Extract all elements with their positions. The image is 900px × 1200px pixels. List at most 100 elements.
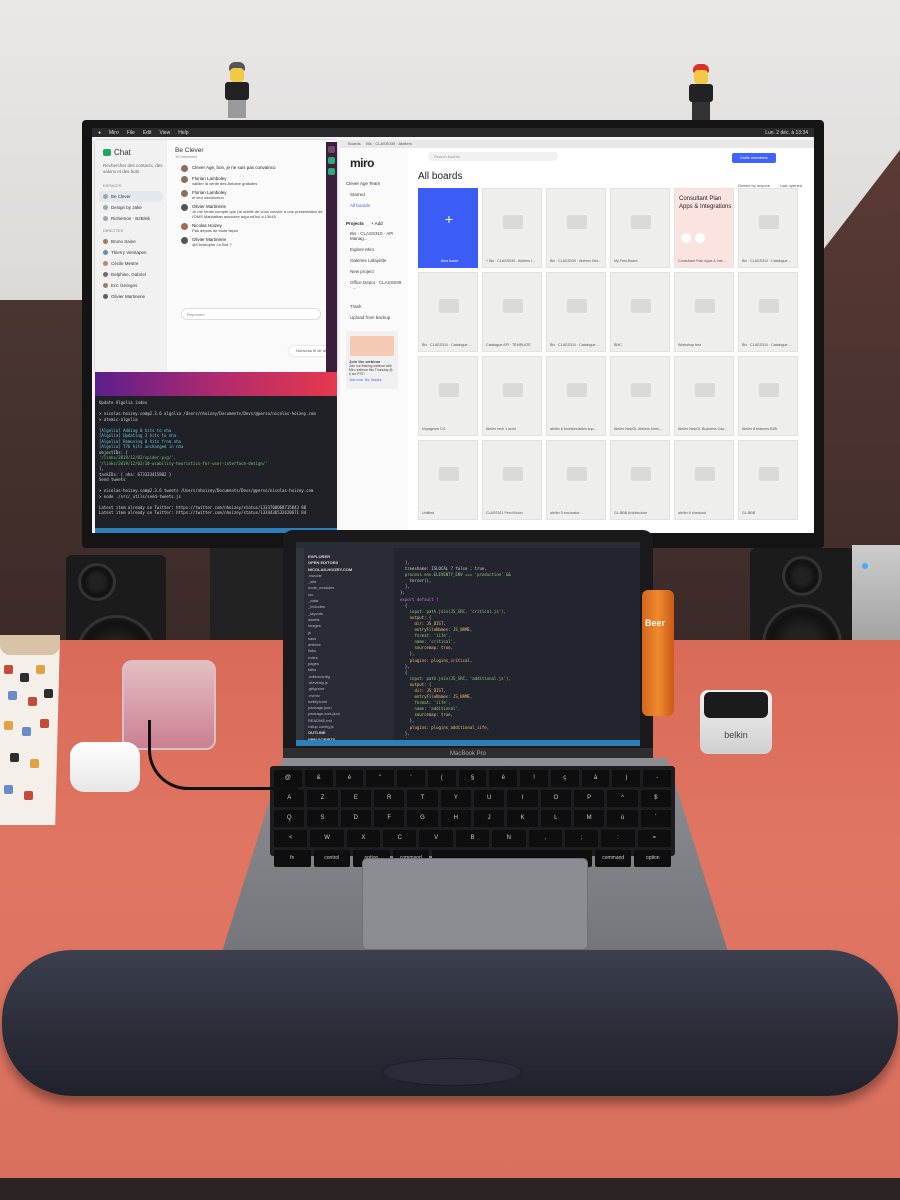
board-card[interactable]: Bis · CLASS310 · Catalogue ... <box>418 272 478 352</box>
contact-item[interactable]: Bruno Saine <box>99 236 163 247</box>
key[interactable]: R <box>374 790 405 807</box>
board-card[interactable]: + Bis · CLASS039 · Ateliers I... <box>482 188 542 268</box>
nav-starred[interactable]: Starred <box>346 189 402 200</box>
board-card[interactable]: GL-BBB Architecture <box>610 440 670 520</box>
contact-item[interactable]: Olivier Martinerie <box>99 291 163 302</box>
board-card[interactable]: Catalogue API · TEMPLATE <box>482 272 542 352</box>
key[interactable]: option <box>634 850 671 867</box>
key[interactable]: ! <box>520 770 548 787</box>
key[interactable]: I <box>507 790 538 807</box>
key[interactable]: $ <box>640 790 671 807</box>
key[interactable]: D <box>340 810 372 827</box>
key[interactable]: E <box>340 790 372 807</box>
key[interactable]: O <box>540 790 571 807</box>
room-be-clever[interactable]: Be Clever <box>99 191 163 202</box>
project-item[interactable]: Bis · CLASS310 · API Manag... <box>346 228 402 244</box>
board-card[interactable]: Bis · CLASS310 · Catalogue ... <box>738 188 798 268</box>
key[interactable]: A <box>274 790 305 807</box>
board-card[interactable]: Atelier rech 1 archi <box>482 356 542 436</box>
key[interactable]: C <box>383 830 417 847</box>
menubar-app[interactable]: Miro <box>109 130 119 136</box>
key[interactable]: è <box>489 770 518 787</box>
apple-icon[interactable]: ● <box>98 130 101 136</box>
board-card[interactable]: CLASS011 Perc/Vision <box>482 440 542 520</box>
board-card[interactable]: Atelier NewGL Ateliers fonct... <box>610 356 670 436</box>
room-richemon[interactable]: Richemon · B2B/eb <box>99 213 163 224</box>
key[interactable]: ^ <box>607 790 638 807</box>
board-card[interactable]: Bis · CLASS310 · Catalogue ... <box>546 272 606 352</box>
key[interactable]: ) <box>612 770 641 787</box>
reply-input[interactable]: Répondre <box>181 308 321 320</box>
key[interactable]: ' <box>397 770 425 787</box>
key[interactable]: : <box>601 830 635 847</box>
board-card[interactable]: Bis · CLASS310 · Catalogue ... <box>738 272 798 352</box>
upload-backup-link[interactable]: Upload from backup <box>346 312 402 323</box>
board-card[interactable]: GL-BBB <box>738 440 798 520</box>
key[interactable]: ` <box>640 810 671 827</box>
add-project-button[interactable]: + Add <box>371 221 383 226</box>
invite-members-button[interactable]: Invite members <box>732 153 776 163</box>
key[interactable]: Q <box>274 810 305 827</box>
tab-boards[interactable]: Boards <box>348 141 361 146</box>
project-item[interactable]: Office Depot · CLASS039 · ... <box>346 277 402 293</box>
board-card[interactable]: My First Board <box>610 188 670 268</box>
key[interactable]: é <box>335 770 364 787</box>
trackpad[interactable] <box>362 858 588 950</box>
team-selector[interactable]: Clever Age Team <box>346 178 402 189</box>
room-design-by-jake[interactable]: Design by Jake <box>99 202 163 213</box>
key[interactable]: U <box>474 790 505 807</box>
board-card[interactable]: BMC <box>610 272 670 352</box>
menu-view[interactable]: View <box>159 130 170 136</box>
key[interactable]: fn <box>274 850 311 867</box>
project-item[interactable]: New project <box>346 266 402 277</box>
new-board-button[interactable]: + New board <box>418 188 478 268</box>
key[interactable]: P <box>573 790 605 807</box>
board-card[interactable]: Voyageurs CG <box>418 356 478 436</box>
nav-all-boards[interactable]: All boards <box>346 200 402 211</box>
board-card[interactable]: Workshop test <box>674 272 734 352</box>
key[interactable]: Y <box>440 790 471 807</box>
menu-help[interactable]: Help <box>178 130 188 136</box>
key[interactable]: X <box>346 830 381 847</box>
key[interactable]: ; <box>564 830 599 847</box>
chat-search[interactable]: Rechercher des contacts, des salons et d… <box>103 163 163 175</box>
code-editor[interactable]: ], treeshake: ISLOCAL ? false : true, pr… <box>394 548 640 738</box>
key[interactable]: ù <box>607 810 638 827</box>
key[interactable]: N <box>492 830 526 847</box>
board-card[interactable]: Atelier 8 features B2B <box>738 356 798 436</box>
project-item[interactable]: Galeries Lafayette <box>346 255 402 266</box>
board-card[interactable]: Consultant Plan Apps & Integrations Consu… <box>674 188 734 268</box>
key[interactable]: M <box>573 810 605 827</box>
menubar-clock[interactable]: Lun. 2 déc. à 13:34 <box>765 130 808 136</box>
key[interactable]: - <box>643 770 671 787</box>
nav-trash[interactable]: Trash <box>346 301 402 312</box>
search-boards-input[interactable]: Search boards <box>428 152 558 161</box>
contact-item[interactable]: Delphine, Gabriel <box>99 269 163 280</box>
key[interactable]: = <box>637 830 671 847</box>
webinar-join-link[interactable]: Join now <box>349 378 363 382</box>
board-card[interactable]: atelier 6 fonctionnalités sup... <box>546 356 606 436</box>
workspace-icon[interactable] <box>328 157 335 164</box>
key[interactable]: H <box>440 810 471 827</box>
key[interactable]: control <box>313 850 351 867</box>
key[interactable]: ç <box>550 770 579 787</box>
board-card[interactable]: atelier 6 checkout <box>674 440 734 520</box>
key[interactable]: W <box>310 830 344 847</box>
key[interactable]: à <box>581 770 610 787</box>
key[interactable]: F <box>374 810 405 827</box>
key[interactable]: S <box>307 810 338 827</box>
key[interactable]: T <box>407 790 438 807</box>
key[interactable]: J <box>474 810 505 827</box>
contact-item[interactable]: Cécile Mestre <box>99 258 163 269</box>
contact-item[interactable]: Eric Georges <box>99 280 163 291</box>
project-item[interactable]: Eiglere Miro <box>346 244 402 255</box>
key[interactable]: § <box>458 770 487 787</box>
key[interactable]: Z <box>307 790 338 807</box>
terminal-window[interactable]: Update Algolia index > nicolas-hoizey.co… <box>95 396 337 533</box>
board-card[interactable]: Atelier NewGL Business Can... <box>674 356 734 436</box>
key[interactable]: , <box>528 830 562 847</box>
key[interactable]: V <box>419 830 453 847</box>
key[interactable]: < <box>274 830 308 847</box>
tab-board-ateliers[interactable]: Bis · CLASS039 · Ateliers <box>366 141 412 146</box>
board-card[interactable]: Untitled <box>418 440 478 520</box>
